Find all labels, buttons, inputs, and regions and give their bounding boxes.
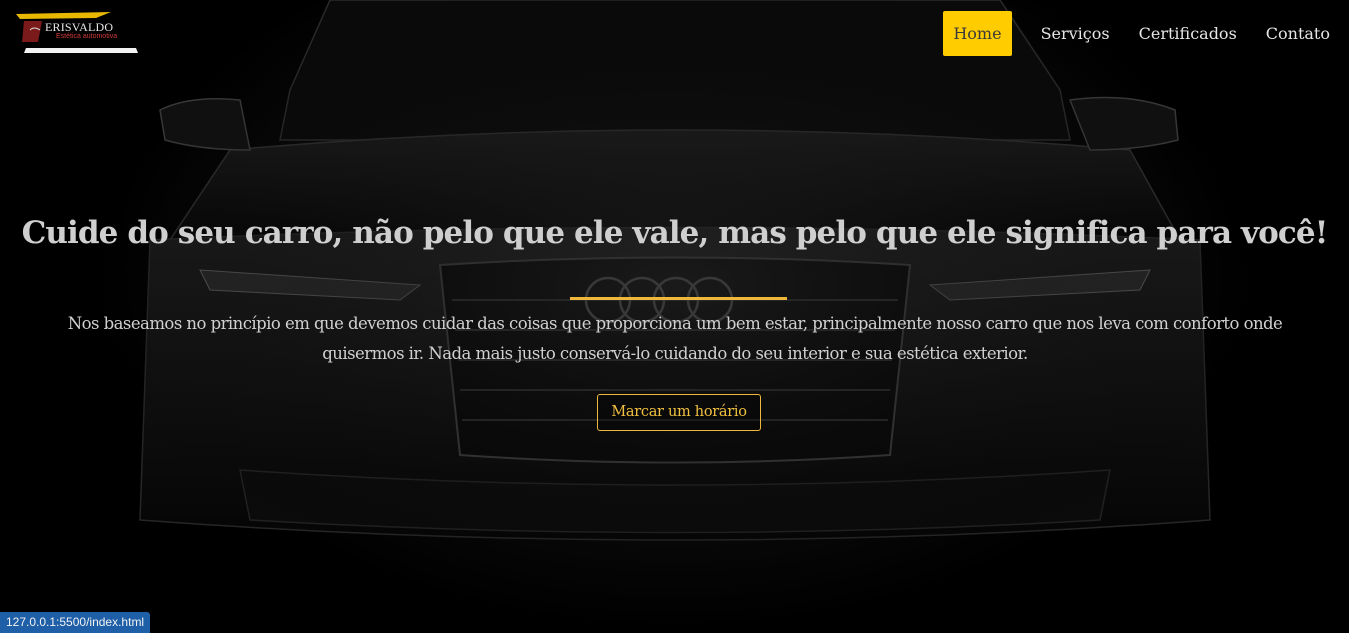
headline-divider <box>570 297 787 300</box>
logo-name: ERISVALDO <box>45 20 114 34</box>
nav-item-servicos[interactable]: Serviços <box>1031 11 1120 56</box>
hero-description: Nos baseamos no princípio em que devemos… <box>67 314 1283 363</box>
hero-headline: Cuide do seu carro, não pelo que ele val… <box>21 215 1329 251</box>
status-bar-url: 127.0.0.1:5500/index.html <box>0 612 151 633</box>
book-appointment-button[interactable]: Marcar um horário <box>597 394 761 431</box>
nav-item-contato[interactable]: Contato <box>1256 11 1340 56</box>
logo-subtitle: Estética automotiva <box>56 33 118 40</box>
main-navigation: Home Serviços Certificados Contato <box>943 11 1349 56</box>
nav-item-certificados[interactable]: Certificados <box>1129 11 1247 56</box>
nav-item-home[interactable]: Home <box>943 11 1012 56</box>
brand-logo[interactable]: ERISVALDO Estética automotiva <box>16 12 138 54</box>
